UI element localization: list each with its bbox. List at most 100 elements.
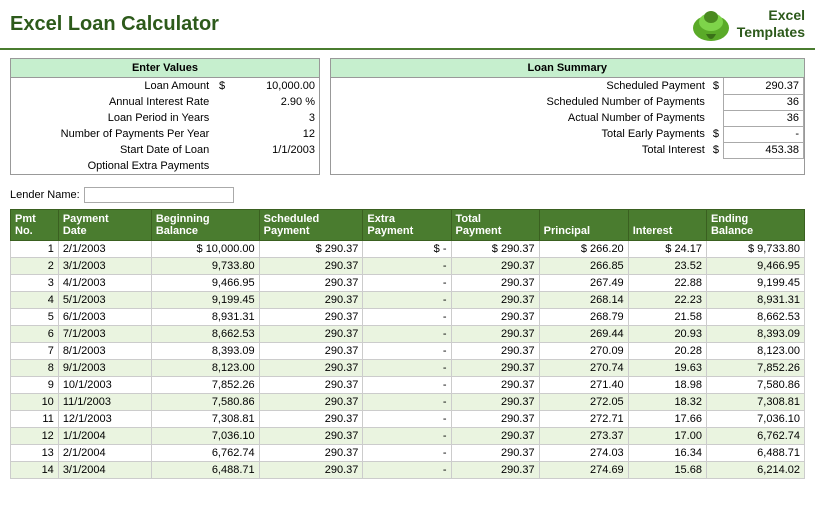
- table-cell: 7,308.81: [151, 411, 259, 428]
- logo-text: Excel Templates: [737, 7, 805, 41]
- ev-dollar: [213, 158, 229, 174]
- table-cell: 10/1/2003: [58, 377, 151, 394]
- table-cell: 290.37: [451, 462, 539, 479]
- table-cell: 9,199.45: [706, 275, 804, 292]
- ls-value: 290.37: [724, 78, 804, 95]
- table-cell: 10: [11, 394, 59, 411]
- table-column-header: Interest: [628, 210, 706, 241]
- table-cell: $ 24.17: [628, 241, 706, 258]
- table-row: 910/1/20037,852.26290.37-290.37271.4018.…: [11, 377, 805, 394]
- ls-label: Scheduled Number of Payments: [331, 94, 709, 110]
- table-cell: 6/1/2003: [58, 309, 151, 326]
- ls-dollar: [709, 94, 724, 110]
- table-cell: 274.03: [539, 445, 628, 462]
- loan-summary-header: Loan Summary: [331, 59, 804, 78]
- table-cell: 8,123.00: [706, 343, 804, 360]
- table-cell: 16.34: [628, 445, 706, 462]
- table-cell: 290.37: [451, 275, 539, 292]
- table-cell: -: [363, 258, 451, 275]
- table-cell: 290.37: [259, 462, 363, 479]
- table-cell: 7,036.10: [706, 411, 804, 428]
- table-cell: -: [363, 411, 451, 428]
- table-cell: $ 290.37: [451, 241, 539, 258]
- enter-values-row: Loan Period in Years 3: [11, 110, 319, 126]
- ls-dollar: $: [709, 78, 724, 95]
- table-cell: 9,733.80: [151, 258, 259, 275]
- table-cell: 18.98: [628, 377, 706, 394]
- table-row: 78/1/20038,393.09290.37-290.37270.0920.2…: [11, 343, 805, 360]
- enter-values-row: Loan Amount $ 10,000.00: [11, 78, 319, 95]
- ev-label: Optional Extra Payments: [11, 158, 213, 174]
- table-cell: 17.66: [628, 411, 706, 428]
- table-cell: -: [363, 275, 451, 292]
- table-cell: 9,466.95: [151, 275, 259, 292]
- table-cell: 271.40: [539, 377, 628, 394]
- ev-label: Annual Interest Rate: [11, 94, 213, 110]
- table-cell: 23.52: [628, 258, 706, 275]
- table-column-header: EndingBalance: [706, 210, 804, 241]
- table-row: 89/1/20038,123.00290.37-290.37270.7419.6…: [11, 360, 805, 377]
- table-cell: 18.32: [628, 394, 706, 411]
- table-cell: $ 266.20: [539, 241, 628, 258]
- loan-summary-row: Total Interest $ 453.38: [331, 142, 804, 158]
- table-cell: 7: [11, 343, 59, 360]
- table-cell: 8,393.09: [151, 343, 259, 360]
- top-section: Enter Values Loan Amount $ 10,000.00 Ann…: [0, 50, 815, 183]
- table-cell: 290.37: [259, 377, 363, 394]
- ev-label: Loan Amount: [11, 78, 213, 95]
- ls-label: Scheduled Payment: [331, 78, 709, 95]
- ev-label: Loan Period in Years: [11, 110, 213, 126]
- table-cell: 20.28: [628, 343, 706, 360]
- table-cell: 290.37: [451, 377, 539, 394]
- table-cell: 4/1/2003: [58, 275, 151, 292]
- table-cell: 5/1/2003: [58, 292, 151, 309]
- table-cell: 7,580.86: [706, 377, 804, 394]
- table-cell: 268.79: [539, 309, 628, 326]
- table-cell: 4: [11, 292, 59, 309]
- ev-value: 3: [229, 110, 319, 126]
- table-cell: 20.93: [628, 326, 706, 343]
- table-cell: 17.00: [628, 428, 706, 445]
- table-cell: -: [363, 445, 451, 462]
- table-row: 143/1/20046,488.71290.37-290.37274.6915.…: [11, 462, 805, 479]
- table-cell: 290.37: [259, 258, 363, 275]
- table-cell: 290.37: [451, 411, 539, 428]
- table-cell: 268.14: [539, 292, 628, 309]
- table-cell: 6: [11, 326, 59, 343]
- table-cell: 272.05: [539, 394, 628, 411]
- table-column-header: Principal: [539, 210, 628, 241]
- table-cell: 11/1/2003: [58, 394, 151, 411]
- table-column-header: ScheduledPayment: [259, 210, 363, 241]
- app-title: Excel Loan Calculator: [10, 13, 219, 36]
- table-cell: $ 10,000.00: [151, 241, 259, 258]
- lender-label: Lender Name:: [10, 189, 80, 201]
- table-cell: 7,580.86: [151, 394, 259, 411]
- table-row: 23/1/20039,733.80290.37-290.37266.8523.5…: [11, 258, 805, 275]
- ev-label: Start Date of Loan: [11, 142, 213, 158]
- table-cell: 1: [11, 241, 59, 258]
- table-cell: 290.37: [259, 411, 363, 428]
- table-column-header: BeginningBalance: [151, 210, 259, 241]
- ls-label: Actual Number of Payments: [331, 110, 709, 126]
- table-cell: 7,852.26: [151, 377, 259, 394]
- table-column-header: TotalPayment: [451, 210, 539, 241]
- ls-value: 36: [724, 94, 804, 110]
- table-cell: $ 9,733.80: [706, 241, 804, 258]
- table-column-header: PaymentDate: [58, 210, 151, 241]
- table-row: 56/1/20038,931.31290.37-290.37268.7921.5…: [11, 309, 805, 326]
- table-cell: 13: [11, 445, 59, 462]
- table-cell: 290.37: [451, 309, 539, 326]
- table-cell: 8,393.09: [706, 326, 804, 343]
- logo-area: Excel Templates: [691, 6, 805, 42]
- ev-dollar: [213, 94, 229, 110]
- table-cell: 290.37: [259, 275, 363, 292]
- table-row: 1112/1/20037,308.81290.37-290.37272.7117…: [11, 411, 805, 428]
- table-cell: 15.68: [628, 462, 706, 479]
- table-cell: 290.37: [451, 428, 539, 445]
- table-cell: -: [363, 292, 451, 309]
- lender-input[interactable]: [84, 187, 234, 203]
- ls-dollar: [709, 110, 724, 126]
- table-cell: -: [363, 343, 451, 360]
- table-cell: -: [363, 377, 451, 394]
- table-cell: 270.74: [539, 360, 628, 377]
